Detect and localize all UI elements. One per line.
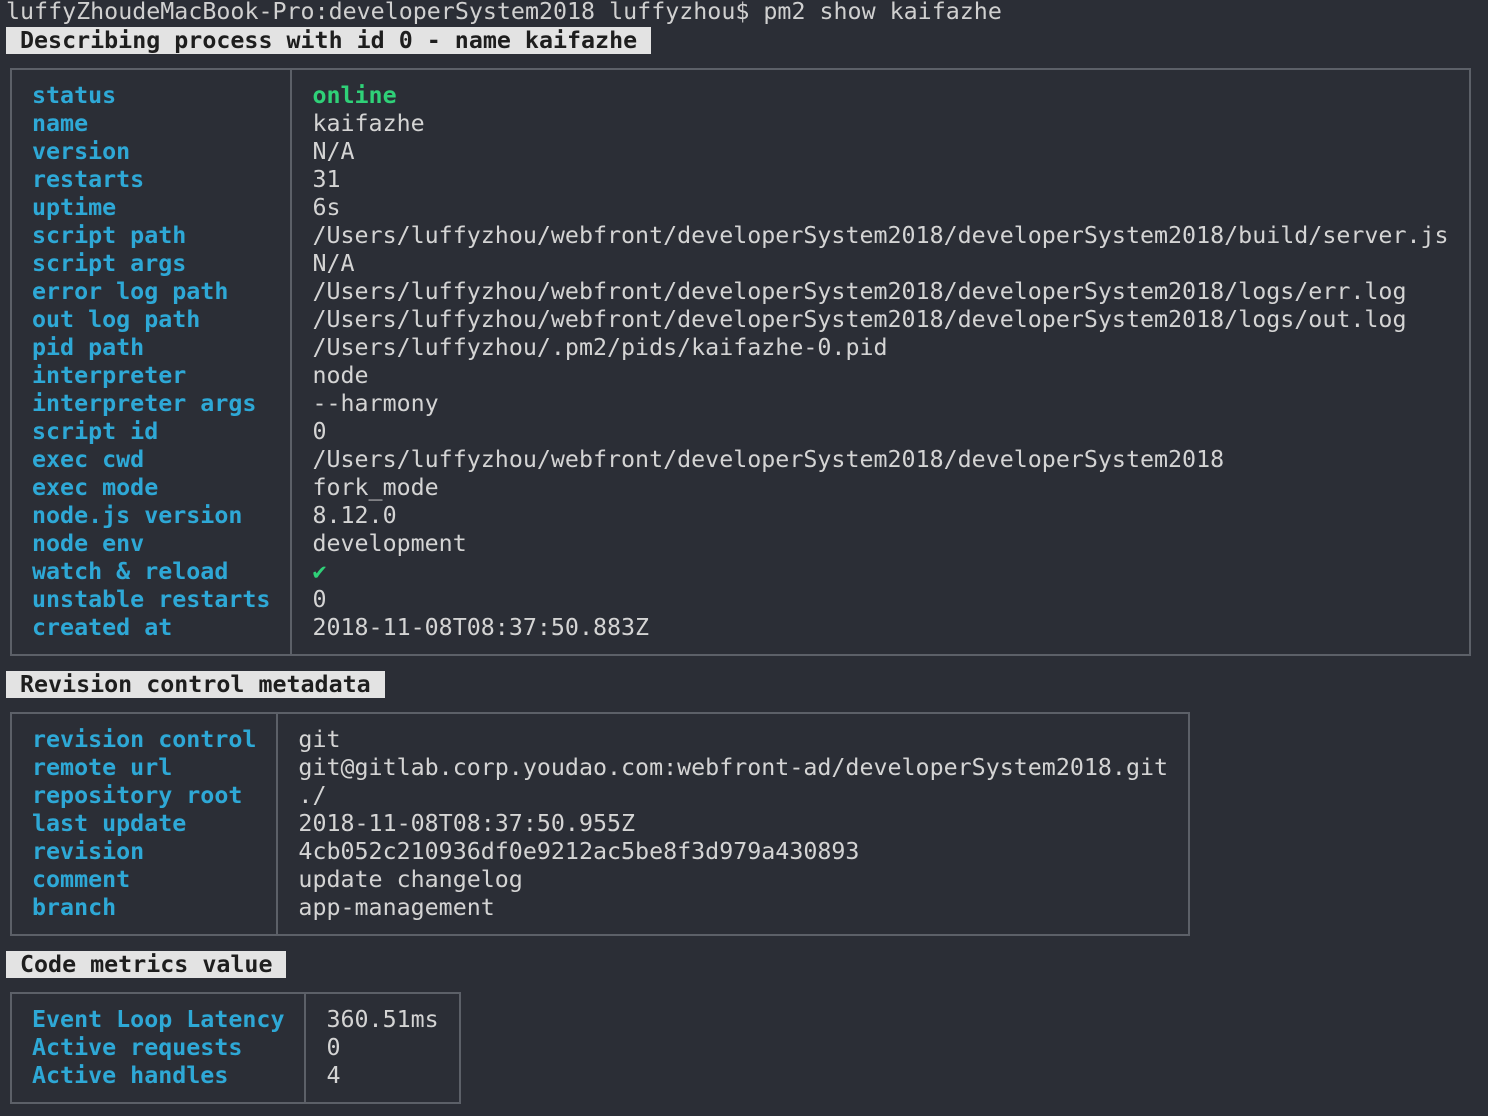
process-value-out-log-path: /Users/luffyzhou/webfront/developerSyste… <box>312 306 1407 333</box>
process-value-pid-path: /Users/luffyzhou/.pm2/pids/kaifazhe-0.pi… <box>312 334 888 361</box>
revision-heading: Revision control metadata <box>6 671 385 698</box>
process-value-node-env: development <box>312 530 467 557</box>
process-value-version: N/A <box>312 138 355 165</box>
metrics-heading: Code metrics value <box>6 951 287 978</box>
process-key-interpreter-args: interpreter args <box>32 390 257 417</box>
process-info-table: status name version restarts uptime script pa… <box>10 68 1471 656</box>
revision-key-repository-root: repository root <box>32 782 243 809</box>
process-value-checkmark-icon: ✔ <box>312 558 327 585</box>
process-key-created-at: created at <box>32 614 173 641</box>
revision-keys-column: revision control remote url repository roo… <box>11 713 279 935</box>
process-value-created-at: 2018-11-08T08:37:50.883Z <box>312 614 650 641</box>
metrics-keys-column: Event Loop Latency Active requests Active … <box>11 993 307 1103</box>
revision-key-branch: branch <box>32 894 117 921</box>
process-key-script-id: script id <box>32 418 159 445</box>
process-value-status: online <box>312 82 397 109</box>
process-key-exec-mode: exec mode <box>32 474 159 501</box>
process-value-script-path: /Users/luffyzhou/webfront/developerSyste… <box>312 222 1449 249</box>
revision-key-remote-url: remote url <box>32 754 173 781</box>
revision-value-branch: app-management <box>298 894 495 921</box>
process-key-node-env: node env <box>32 530 145 557</box>
process-value-interpreter: node <box>312 362 369 389</box>
revision-info-table: revision control remote url repository roo… <box>10 712 1191 936</box>
metrics-key-active-requests: Active requests <box>32 1034 243 1061</box>
process-key-unstable-restarts: unstable restarts <box>32 586 271 613</box>
process-key-interpreter: interpreter <box>32 362 187 389</box>
process-key-exec-cwd: exec cwd <box>32 446 145 473</box>
process-value-exec-cwd: /Users/luffyzhou/webfront/developerSyste… <box>312 446 1225 473</box>
metrics-values-column: 360.51ms 0 4 <box>305 993 459 1103</box>
process-values-column: online kaifazhe N/A 31 6s/Users/luffyzhou/we… <box>291 69 1469 655</box>
process-value-uptime: 6s <box>312 194 341 221</box>
revision-key-last-update: last update <box>32 810 187 837</box>
process-key-uptime: uptime <box>32 194 117 221</box>
process-heading: Describing process with id 0 - name kaif… <box>6 27 652 54</box>
revision-key-revision: revision <box>32 838 145 865</box>
process-key-restarts: restarts <box>32 166 145 193</box>
terminal-prompt-line: luffyZhoudeMacBook-Pro:developerSystem20… <box>6 0 1002 25</box>
process-key-watch-reload: watch & reload <box>32 558 229 585</box>
process-value-restarts: 31 <box>312 166 341 193</box>
process-value-script-id: 0 <box>312 418 327 445</box>
process-value-name: kaifazhe <box>312 110 425 137</box>
process-key-version: version <box>32 138 131 165</box>
process-key-pid-path: pid path <box>32 334 145 361</box>
revision-value-last-update: 2018-11-08T08:37:50.955Z <box>298 810 636 837</box>
revision-values-column: git git@gitlab.corp.youdao.com:webfront-a… <box>277 713 1189 935</box>
revision-key-comment: comment <box>32 866 131 893</box>
process-key-status: status <box>32 82 117 109</box>
metrics-key-event-loop-latency: Event Loop Latency <box>32 1006 285 1033</box>
process-keys-column: status name version restarts uptime script pa… <box>11 69 293 655</box>
metrics-value-event-loop-latency: 360.51ms <box>326 1006 439 1033</box>
process-value-node-js-version: 8.12.0 <box>312 502 397 529</box>
revision-key-revision-control: revision control <box>32 726 257 753</box>
revision-value-remote-url: git@gitlab.corp.youdao.com:webfront-ad/d… <box>298 754 1169 781</box>
process-key-node-js-version: node.js version <box>32 502 243 529</box>
revision-value-revision-control: git <box>298 726 341 753</box>
process-key-script-args: script args <box>32 250 187 277</box>
process-key-out-log-path: out log path <box>32 306 201 333</box>
metrics-value-active-requests: 0 <box>326 1034 341 1061</box>
process-key-name: name <box>32 110 89 137</box>
revision-value-repository-root: ./ <box>298 782 327 809</box>
process-value-error-log-path: /Users/luffyzhou/webfront/developerSyste… <box>312 278 1407 305</box>
revision-value-revision: 4cb052c210936df0e9212ac5be8f3d979a430893 <box>298 838 860 865</box>
metrics-value-active-handles: 4 <box>326 1062 341 1089</box>
metrics-key-active-handles: Active handles <box>32 1062 229 1089</box>
process-key-script-path: script path <box>32 222 187 249</box>
process-value-exec-mode: fork_mode <box>312 474 439 501</box>
process-value-unstable-restarts: 0 <box>312 586 327 613</box>
process-value-script-args: N/A <box>312 250 355 277</box>
metrics-info-table: Event Loop Latency Active requests Active … <box>10 992 461 1104</box>
process-key-error-log-path: error log path <box>32 278 229 305</box>
revision-value-comment: update changelog <box>298 866 523 893</box>
process-value-interpreter-args: --harmony <box>312 390 439 417</box>
